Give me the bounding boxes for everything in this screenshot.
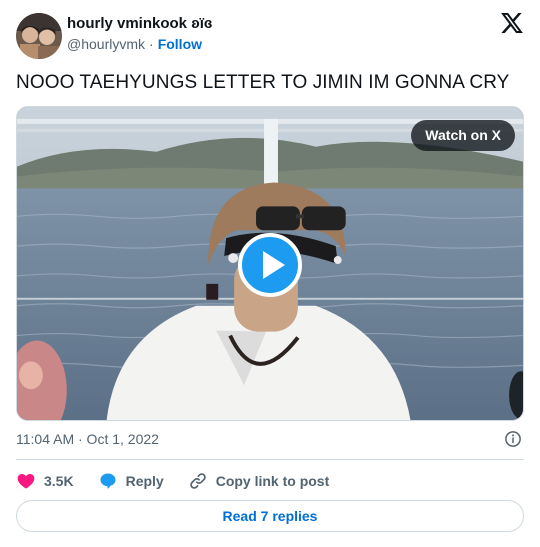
play-button[interactable] — [238, 233, 302, 297]
tweet-text: NOOO TAEHYUNGS LETTER TO JIMIN IM GONNA … — [16, 72, 510, 93]
avatar[interactable] — [16, 13, 62, 59]
tweet-timestamp[interactable]: 11:04 AM · Oct 1, 2022 — [16, 431, 159, 447]
like-button[interactable]: 3.5K — [16, 471, 74, 491]
follow-link[interactable]: Follow — [158, 36, 202, 52]
reply-button[interactable]: Reply — [98, 471, 164, 491]
x-logo-icon[interactable] — [501, 13, 523, 33]
watch-on-x-button[interactable]: Watch on X — [411, 120, 515, 151]
like-count: 3.5K — [44, 473, 74, 489]
reply-bubble-icon — [100, 473, 116, 489]
play-icon — [263, 251, 285, 279]
handle-separator: · — [149, 36, 154, 52]
author-handle[interactable]: @hourlyvmk — [67, 36, 145, 52]
video-thumbnail[interactable]: Watch on X — [16, 106, 524, 421]
info-icon[interactable] — [504, 430, 522, 448]
divider — [16, 459, 524, 460]
copy-link-label: Copy link to post — [215, 473, 330, 489]
reply-label: Reply — [125, 473, 164, 489]
author-name[interactable]: hourly vminkook ʚïɞ — [67, 15, 212, 32]
read-replies-button[interactable]: Read 7 replies — [16, 500, 524, 532]
link-icon — [189, 473, 206, 489]
author-handle-row: @hourlyvmk · Follow — [67, 36, 202, 52]
action-bar: 3.5K Reply Copy link to post — [16, 470, 353, 492]
heart-icon — [17, 474, 35, 489]
tweet-card: hourly vminkook ʚïɞ @hourlyvmk · Follow NO… — [0, 0, 540, 547]
copy-link-button[interactable]: Copy link to post — [188, 471, 330, 491]
